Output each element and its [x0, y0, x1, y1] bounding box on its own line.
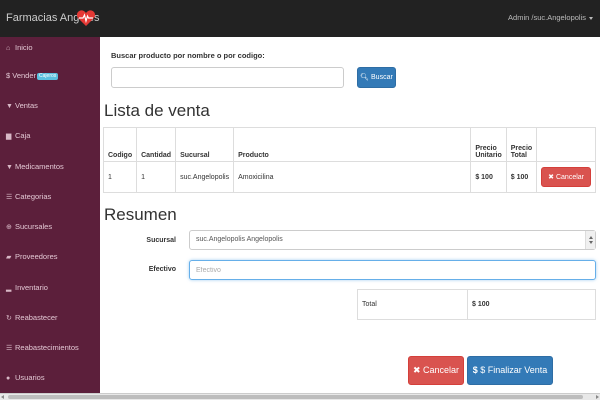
- search-label: Buscar producto por nombre o por codigo:: [111, 51, 265, 60]
- sidebar-item-reabastecimientos[interactable]: ☰ Reabastecimientos: [0, 337, 100, 359]
- globe-icon: ⊕: [6, 224, 12, 231]
- chart-icon: ▂: [6, 285, 12, 292]
- cell-sucursal: suc.Angelopolis: [175, 161, 235, 193]
- sidebar-item-proveedores[interactable]: ▰ Proveedores: [0, 246, 100, 268]
- total-value: $ 100: [467, 289, 596, 320]
- sidebar-item-caja[interactable]: ▆ Caja: [0, 125, 100, 147]
- summary-title: Resumen: [104, 205, 177, 224]
- users-icon: ●: [6, 375, 11, 382]
- column-header-action: [536, 127, 596, 162]
- close-icon: ✖: [548, 174, 556, 181]
- horizontal-scrollbar[interactable]: [0, 393, 600, 400]
- filter-icon: ▼: [6, 164, 13, 171]
- home-icon: ⌂: [6, 45, 11, 52]
- column-header-cantidad: Cantidad: [136, 127, 177, 162]
- sucursal-select[interactable]: suc.Angelopolis Angelopolis: [189, 230, 596, 250]
- sale-table: Codigo Cantidad Sucursal Producto Precio…: [102, 127, 596, 193]
- total-label: Total: [357, 289, 468, 320]
- sidebar-item-label: Reabastecimientos: [15, 343, 79, 352]
- row-cancel-label: Cancelar: [555, 174, 584, 181]
- truck-icon: ▰: [6, 254, 12, 261]
- search-icon: 🔍︎: [360, 74, 370, 81]
- sucursal-label: Sucursal: [146, 237, 176, 244]
- sidebar-item-label: Medicamentos: [15, 162, 64, 171]
- cajeros-badge: Cajeros: [37, 73, 59, 80]
- column-header-producto: Producto: [233, 127, 472, 162]
- sidebar-item-label: Reabastecer: [15, 313, 58, 322]
- cell-cantidad: 1: [136, 161, 177, 193]
- sidebar-item-reabastecer[interactable]: ↻ Reabastecer: [0, 307, 100, 329]
- sidebar-item-usuarios[interactable]: ● Usuarios: [0, 367, 100, 389]
- sidebar-item-categorias[interactable]: ☰ Categorias: [0, 186, 100, 208]
- sidebar-item-sucursales[interactable]: ⊕ Sucursales: [0, 216, 100, 238]
- cell-codigo: 1: [102, 161, 138, 193]
- table-row: 1 1 suc.Angelopolis Amoxicilina $ 100 $ …: [102, 161, 596, 193]
- top-navbar: Farmacias Angeles Admin /suc.Angelopolis: [0, 0, 600, 37]
- totals-table: Total $ 100: [357, 289, 596, 320]
- close-icon: ✖: [412, 365, 423, 375]
- list-icon: ☰: [6, 194, 13, 201]
- refresh-icon: ↻: [6, 315, 12, 322]
- list-icon: ☰: [6, 345, 13, 352]
- search-input[interactable]: [111, 67, 344, 88]
- sidebar-item-vender[interactable]: $ Vender Cajeros: [0, 65, 100, 87]
- sidebar-item-label: Usuarios: [15, 373, 45, 382]
- sidebar-item-ventas[interactable]: ▼ Ventas: [0, 95, 100, 117]
- finalize-sale-button[interactable]: $ $ Finalizar Venta: [467, 356, 553, 385]
- sale-list-title: Lista de venta: [104, 101, 210, 120]
- cancel-sale-label: Cancelar: [423, 365, 460, 375]
- sucursal-selected-value: suc.Angelopolis Angelopolis: [196, 236, 283, 243]
- cart-icon: ▼: [6, 103, 13, 110]
- cell-producto: Amoxicilina: [233, 161, 472, 193]
- user-menu-label: Admin /suc.Angelopolis: [508, 13, 586, 22]
- sidebar-item-label: Inventario: [15, 283, 48, 292]
- table-row: Total $ 100: [357, 289, 596, 320]
- table-header-row: Codigo Cantidad Sucursal Producto Precio…: [102, 127, 596, 162]
- cell-precio-total: $ 100: [505, 161, 538, 193]
- sidebar-item-label: Sucursales: [15, 222, 53, 231]
- sidebar-item-label: $ Vender: [6, 71, 37, 80]
- sidebar-item-label: Ventas: [15, 101, 38, 110]
- sidebar-item-label: Proveedores: [15, 252, 58, 261]
- column-header-precio-total: Precio Total: [505, 127, 538, 162]
- row-cancel-button[interactable]: ✖ Cancelar: [541, 167, 591, 187]
- efectivo-label: Efectivo: [148, 266, 176, 273]
- search-button[interactable]: 🔍︎ Buscar: [357, 67, 396, 88]
- sidebar: ⌂ Inicio $ Vender Cajeros ▼ Ventas ▆ Caja ▼ M…: [0, 37, 100, 393]
- finalize-sale-label: $ Finalizar Venta: [480, 365, 548, 375]
- scroll-left-icon[interactable]: [1, 395, 4, 399]
- column-header-sucursal: Sucursal: [175, 127, 235, 162]
- sidebar-item-inventario[interactable]: ▂ Inventario: [0, 277, 100, 299]
- cancel-sale-button[interactable]: ✖ Cancelar: [408, 356, 464, 385]
- column-header-precio-unitario: Precio Unitario: [470, 127, 507, 162]
- cash-icon: ▆: [6, 133, 12, 140]
- scrollbar-thumb[interactable]: [8, 395, 583, 399]
- sidebar-item-label: Caja: [15, 131, 31, 140]
- column-header-codigo: Codigo: [102, 127, 138, 162]
- scroll-right-icon[interactable]: [596, 395, 599, 399]
- sidebar-item-medicamentos[interactable]: ▼ Medicamentos: [0, 156, 100, 178]
- efectivo-input[interactable]: [189, 260, 596, 280]
- user-menu[interactable]: Admin /suc.Angelopolis: [508, 13, 593, 22]
- heart-pulse-icon: [76, 10, 96, 26]
- cell-action: ✖ Cancelar: [536, 161, 596, 193]
- sidebar-item-label: Inicio: [15, 43, 33, 52]
- search-button-label: Buscar: [371, 74, 393, 81]
- sidebar-item-inicio[interactable]: ⌂ Inicio: [0, 37, 100, 59]
- chevron-down-icon: [589, 16, 593, 20]
- select-arrows-icon: [585, 231, 595, 249]
- cell-precio-unitario: $ 100: [470, 161, 507, 193]
- sidebar-item-label: Categorias: [15, 192, 52, 201]
